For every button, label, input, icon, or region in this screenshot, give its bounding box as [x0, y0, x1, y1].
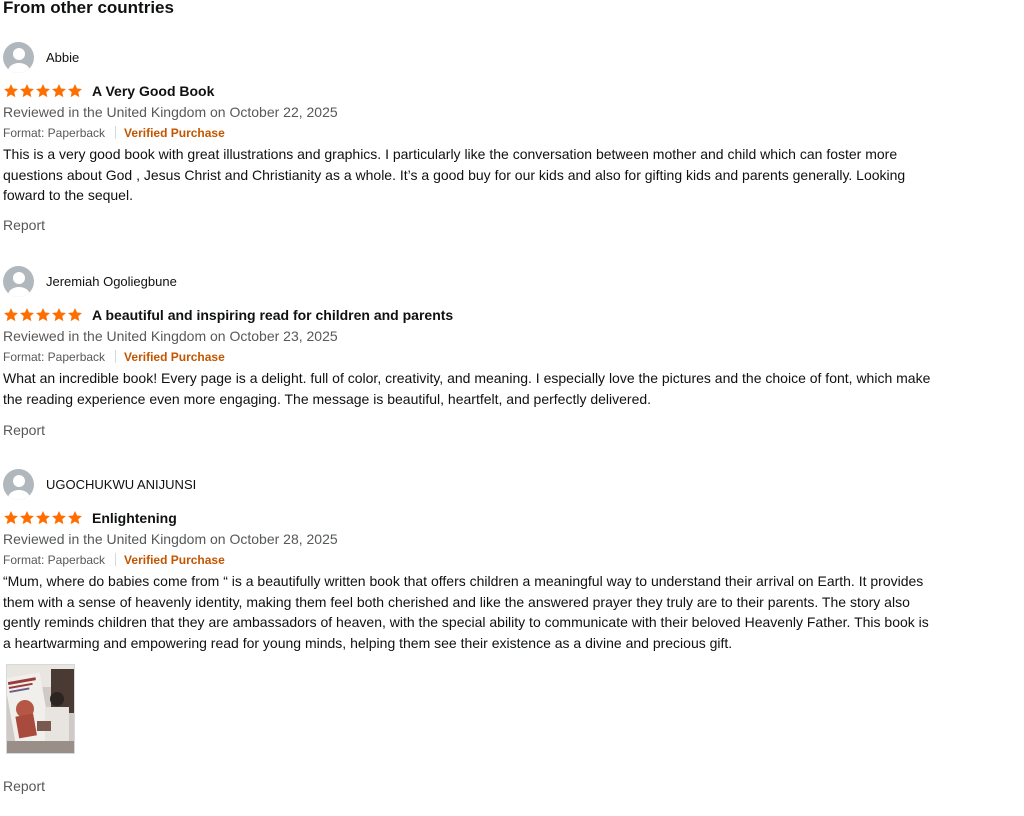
avatar-icon: [3, 468, 34, 500]
star-icon: [68, 511, 82, 525]
review-body: What an incredible book! Every page is a…: [3, 370, 931, 407]
review-date: Reviewed in the United Kingdom on Octobe…: [3, 531, 338, 547]
review-photo: [7, 665, 74, 753]
review-date: Reviewed in the United Kingdom on Octobe…: [3, 104, 338, 120]
verified-purchase-badge: Verified Purchase: [124, 552, 225, 567]
star-icon: [4, 511, 18, 525]
reviewer-name: UGOCHUKWU ANIJUNSI: [46, 476, 197, 492]
report-link[interactable]: Report: [3, 217, 45, 233]
reviewer-name: Jeremiah Ogoliegbune: [46, 273, 177, 289]
meta-divider: [115, 350, 117, 363]
star-icon: [52, 511, 66, 525]
star-icon: [52, 84, 66, 98]
review-date: Reviewed in the United Kingdom on Octobe…: [3, 328, 338, 344]
section-title: From other countries: [3, 0, 174, 17]
review-title[interactable]: A Very Good Book: [92, 83, 214, 99]
report-link[interactable]: Report: [3, 422, 45, 438]
star-rating[interactable]: [3, 83, 83, 99]
review-title[interactable]: A beautiful and inspiring read for child…: [92, 307, 453, 323]
reviewer-profile[interactable]: Jeremiah Ogoliegbune: [3, 264, 933, 298]
verified-purchase-badge: Verified Purchase: [124, 349, 225, 364]
format-label[interactable]: Format: Paperback: [3, 553, 105, 567]
reviewer-name: Abbie: [46, 49, 80, 65]
review-card: Abbie A Very Good Book Reviewed in the U…: [3, 40, 933, 235]
star-icon: [20, 84, 34, 98]
report-link[interactable]: Report: [3, 778, 45, 794]
star-icon: [20, 511, 34, 525]
format-label[interactable]: Format: Paperback: [3, 126, 105, 140]
star-icon: [4, 84, 18, 98]
review-image-thumbnail[interactable]: [6, 664, 75, 754]
star-rating[interactable]: [3, 510, 83, 526]
star-icon: [52, 308, 66, 322]
star-icon: [36, 308, 50, 322]
star-icon: [68, 308, 82, 322]
star-icon: [20, 308, 34, 322]
review-body: This is a very good book with great illu…: [3, 146, 906, 203]
meta-divider: [115, 553, 117, 566]
meta-divider: [115, 126, 117, 139]
review-card: Jeremiah Ogoliegbune A beautiful and ins…: [3, 264, 933, 440]
star-icon: [36, 511, 50, 525]
star-icon: [36, 84, 50, 98]
format-label[interactable]: Format: Paperback: [3, 350, 105, 364]
avatar-icon: [3, 41, 34, 73]
star-icon: [4, 308, 18, 322]
reviewer-profile[interactable]: Abbie: [3, 40, 933, 74]
review-card: UGOCHUKWU ANIJUNSI Enlightening Reviewed…: [3, 467, 933, 796]
review-body: “Mum, where do babies come from “ is a b…: [3, 573, 929, 651]
star-rating[interactable]: [3, 307, 83, 323]
review-title[interactable]: Enlightening: [92, 510, 177, 526]
star-icon: [68, 84, 82, 98]
verified-purchase-badge: Verified Purchase: [124, 125, 225, 140]
avatar-icon: [3, 265, 34, 297]
reviewer-profile[interactable]: UGOCHUKWU ANIJUNSI: [3, 467, 933, 501]
